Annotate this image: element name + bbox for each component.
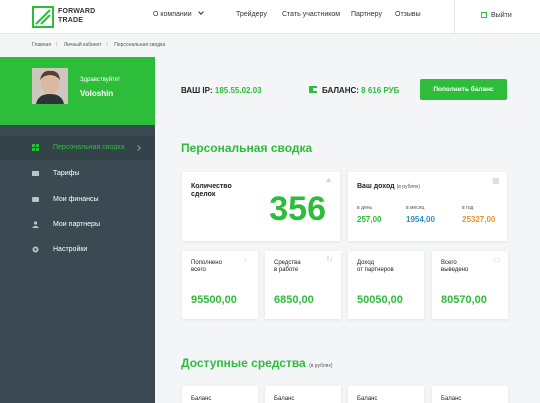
breadcrumb-current: Персональная сводка: [114, 42, 166, 48]
sidebar-item-label: Мои партнеры: [53, 221, 100, 228]
income-month-label: в месяц: [406, 205, 425, 211]
breadcrumb-home[interactable]: Главная: [32, 42, 51, 48]
income-title: Ваш доход (в рублях): [357, 183, 420, 190]
sidebar-item-label: Настройки: [53, 246, 88, 253]
available-card: Баланс: [432, 386, 508, 403]
logout-button[interactable]: Выйти: [481, 11, 512, 19]
logo-icon[interactable]: [32, 6, 54, 28]
available-card-label: Баланс: [441, 396, 462, 402]
sidebar-item-summary[interactable]: Персональная сводка: [0, 136, 155, 160]
chart-icon[interactable]: ▦: [492, 177, 500, 185]
available-title: Доступные средства (в рублях): [181, 356, 333, 370]
tariff-icon: [32, 171, 39, 176]
deals-count: 356: [269, 190, 326, 228]
breadcrumb: Главная / Личный кабинет / Персональная св…: [32, 42, 166, 48]
greeting-text: Здравствуйте!: [80, 77, 120, 83]
logout-icon: [481, 12, 487, 18]
download-icon: ↓: [243, 255, 247, 264]
user-panel: [0, 57, 155, 131]
site-header: FORWARD TRADE О компании Трейдеру Стать …: [0, 0, 540, 34]
grid-icon: [32, 144, 39, 151]
ip-display: ВАШ IP: 185.55.02.03: [181, 86, 262, 95]
stat-value: 50050,00: [357, 294, 403, 306]
sidebar-item-label: Тарифы: [53, 170, 80, 177]
available-card-label: Баланс: [191, 396, 212, 402]
stat-value: 6850,00: [274, 294, 314, 306]
topup-button[interactable]: Пополнить баланс: [420, 79, 507, 100]
available-card: Баланс: [265, 386, 341, 403]
deals-card: Количество сделок ★ 356: [182, 172, 340, 241]
sidebar-item-settings[interactable]: Настройки: [0, 238, 155, 262]
card-icon: ▭: [493, 255, 501, 264]
nav-trader[interactable]: Трейдеру: [236, 11, 267, 18]
available-card-label: Баланс: [357, 396, 378, 402]
stat-label: Всего выведено: [441, 260, 469, 273]
chevron-down-icon: [197, 9, 204, 15]
stat-label: Пополнено всего: [191, 260, 222, 273]
available-card: Баланс: [182, 386, 258, 403]
stat-card-withdrawn: Всего выведено ▭ 80570,00: [432, 251, 508, 319]
stat-value: 80570,00: [441, 294, 487, 306]
available-card: Баланс: [348, 386, 424, 403]
income-day-value: 257,00: [357, 215, 382, 224]
summary-title: Персональная сводка: [181, 141, 313, 155]
income-year-value: 25327,00: [462, 215, 496, 224]
nav-partner[interactable]: Партнеру: [351, 11, 382, 18]
sidebar-item-partners[interactable]: Мои партнеры: [0, 213, 155, 237]
username: Voloshin: [80, 89, 114, 98]
income-day-label: в день: [357, 205, 373, 211]
income-month-value: 1954,00: [406, 215, 435, 224]
stat-card-partner-income: Доход от партнеров 50050,00: [348, 251, 424, 319]
sidebar-item-label: Персональная сводка: [53, 144, 125, 151]
wallet-icon: [309, 86, 317, 93]
stat-card-in-work: Средства в работе ↻ 6850,00: [265, 251, 341, 319]
chevron-right-icon: [135, 145, 141, 151]
balance-display: БАЛАНС: 8 616 РУБ: [322, 86, 400, 95]
deals-label: Количество сделок: [191, 183, 232, 198]
stat-value: 95500,00: [191, 294, 237, 306]
avatar: [32, 68, 68, 104]
stat-label: Доход от партнеров: [357, 260, 394, 273]
nav-about[interactable]: О компании: [153, 9, 204, 18]
refresh-icon: ↻: [326, 255, 333, 264]
logo-text[interactable]: FORWARD TRADE: [58, 7, 95, 25]
stat-label: Средства в работе: [274, 260, 301, 273]
partners-icon: [32, 221, 39, 228]
nav-become-member[interactable]: Стать участником: [282, 11, 340, 18]
sidebar-item-label: Мои финансы: [53, 196, 99, 203]
nav-reviews[interactable]: Отзывы: [395, 11, 421, 18]
star-icon[interactable]: ★: [325, 177, 332, 185]
sidebar-item-finances[interactable]: Мои финансы: [0, 188, 155, 212]
breadcrumb-cabinet[interactable]: Личный кабинет: [64, 42, 102, 48]
income-card: Ваш доход (в рублях) ▦ в день 257,00 в м…: [348, 172, 507, 241]
sidebar-item-tariffs[interactable]: Тарифы: [0, 162, 155, 186]
available-card-label: Баланс: [274, 396, 295, 402]
stat-card-deposited: Пополнено всего ↓ 95500,00: [182, 251, 258, 319]
income-year-label: в год: [462, 205, 474, 211]
gear-icon: [32, 246, 39, 253]
header-divider: [454, 0, 455, 34]
wallet-icon: [32, 197, 39, 202]
